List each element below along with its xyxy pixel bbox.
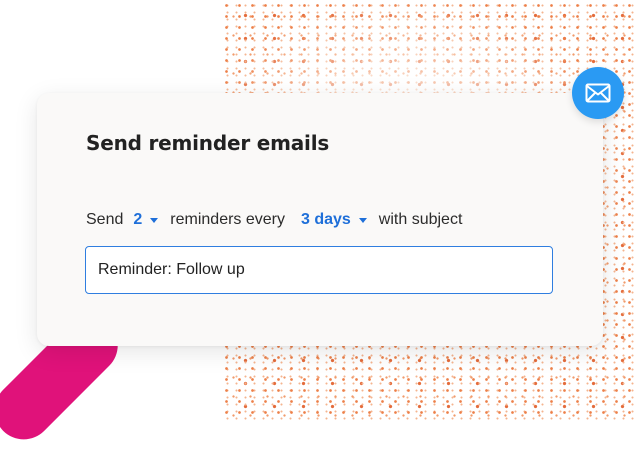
reminder-count-value: 2 xyxy=(133,211,143,228)
subject-input[interactable] xyxy=(85,246,553,294)
reminder-sentence: Send 2 reminders every 3 days with subje… xyxy=(86,211,472,229)
card-title: Send reminder emails xyxy=(86,131,330,155)
mail-badge xyxy=(572,67,624,119)
reminder-card: Send reminder emails Send 2 reminders ev… xyxy=(37,93,603,346)
mail-icon xyxy=(585,83,611,103)
interval-value: 3 days xyxy=(300,211,351,228)
sentence-middle: reminders every xyxy=(170,211,285,228)
sentence-suffix: with subject xyxy=(378,211,463,228)
reminder-count-dropdown[interactable]: 2 xyxy=(133,211,159,229)
caret-down-icon xyxy=(358,218,367,223)
interval-dropdown[interactable]: 3 days xyxy=(301,211,367,229)
sentence-prefix: Send xyxy=(86,211,124,228)
caret-down-icon xyxy=(150,218,159,223)
